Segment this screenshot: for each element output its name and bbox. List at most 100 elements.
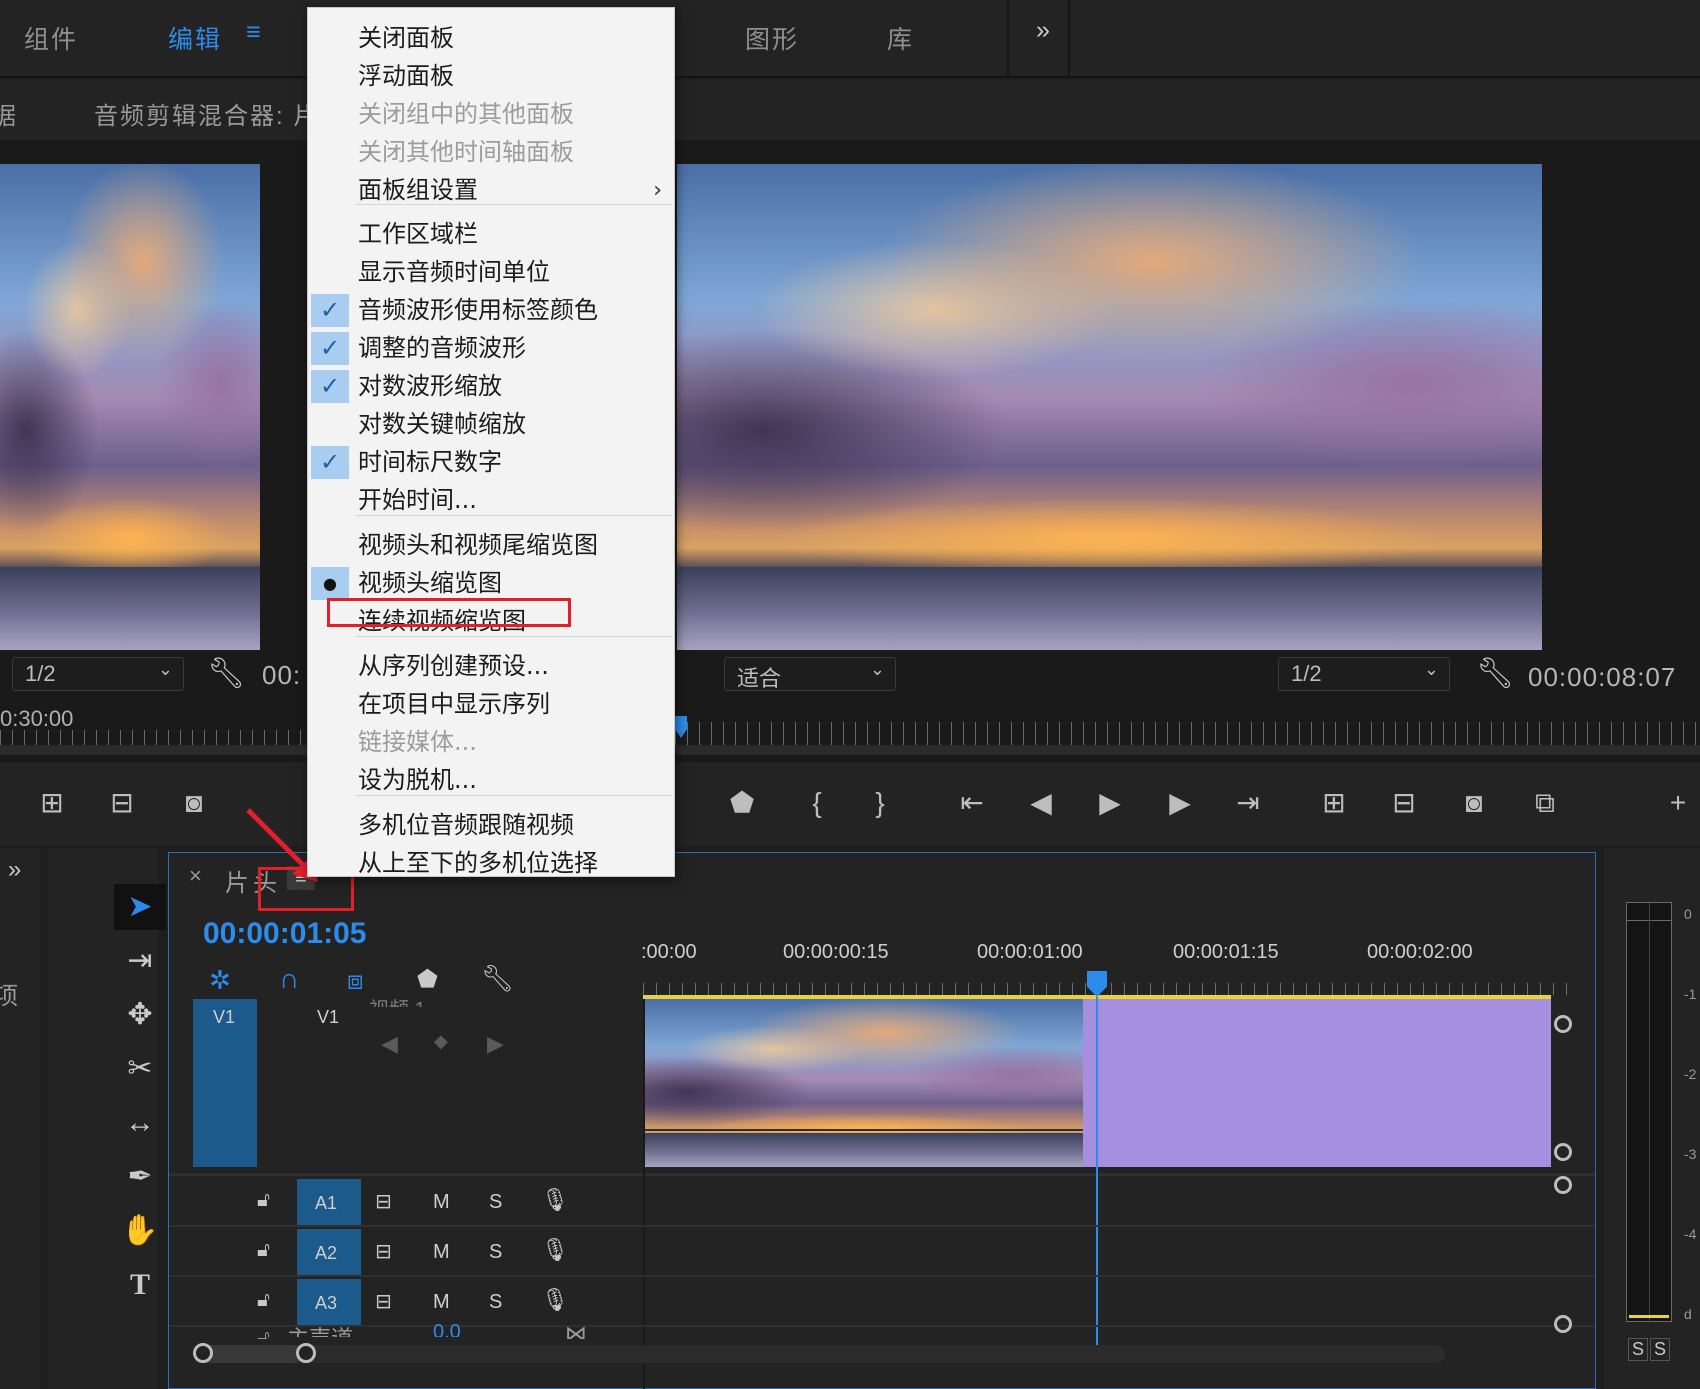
step-forward-icon[interactable]: ▶ [1160,783,1200,823]
comparison-view-icon[interactable]: ⧉ [1525,783,1565,823]
program-timecode[interactable]: 00:00:08:07 [1528,662,1676,693]
panel-tab-fragment[interactable]: 据 [0,96,18,131]
mute-button[interactable]: M [433,1191,450,1214]
nest-sequence-icon[interactable]: ✲ [209,965,231,996]
source-timecode[interactable]: 00: [262,660,301,691]
workspace-tab-graphics[interactable]: 图形 [745,20,799,56]
master-volume-value[interactable]: 0.0 [433,1321,461,1337]
menu-item-6[interactable]: 工作区域栏 [308,216,674,253]
solo-right-button[interactable]: S [1650,1338,1671,1361]
zoom-handle-left[interactable] [193,1343,213,1363]
mark-in-icon[interactable]: { [797,783,837,823]
close-tab-icon[interactable]: × [189,863,202,889]
prev-keyframe-icon[interactable]: ◀ [381,1031,398,1057]
solo-button[interactable]: S [489,1291,502,1314]
zoom-handle-right[interactable] [296,1343,316,1363]
play-icon[interactable]: ▶ [1090,783,1130,823]
pen-tool-icon[interactable]: ✒ [114,1154,166,1200]
microphone-icon[interactable]: 🎙︎ [541,1237,569,1263]
solo-button[interactable]: S [489,1241,502,1264]
lift-icon[interactable]: ⊞ [1314,783,1354,823]
mute-button[interactable]: M [433,1291,450,1314]
mute-button[interactable]: M [433,1241,450,1264]
wrench-icon[interactable]: 🔧︎ [207,656,245,691]
video-clip[interactable] [643,999,1083,1167]
vertical-zoom-handle[interactable] [1554,1015,1572,1033]
menu-item-21[interactable]: 多机位音频跟随视频 [308,807,674,844]
sync-lock-icon[interactable]: ⊟ [375,1239,392,1264]
horizontal-zoom-scrollbar[interactable] [195,1345,1445,1363]
source-patch-v1[interactable]: V1 [193,999,257,1167]
master-go-icon[interactable]: ⋈ [565,1321,587,1339]
workspace-tab-components[interactable]: 组件 [24,20,78,56]
ripple-edit-tool-icon[interactable]: ✥ [114,992,166,1038]
sync-lock-icon[interactable]: ⊟ [375,1289,392,1314]
track-target-a1[interactable]: A1 [297,1179,361,1225]
menu-item-2[interactable]: 浮动面板 [308,58,674,95]
add-marker-icon[interactable]: ⬟ [417,965,438,994]
camera-icon[interactable]: ◙ [174,783,214,823]
menu-item-8[interactable]: ✓ 音频波形使用标签颜色 [308,292,674,329]
wrench-icon[interactable]: 🔧︎ [1476,656,1514,691]
step-back-icon[interactable]: ◀ [1021,783,1061,823]
selection-tool-icon[interactable]: ➤ [114,884,166,930]
go-to-out-icon[interactable]: ⇥ [1228,783,1268,823]
type-tool-icon[interactable]: T [114,1262,166,1308]
source-zoom-dropdown[interactable]: 1/2 ⌄ [12,657,184,691]
lock-icon[interactable]: 🔓︎ [257,1327,270,1339]
vertical-zoom-handle[interactable] [1554,1315,1572,1333]
add-keyframe-icon[interactable]: ◆ [434,1031,448,1052]
program-zoom-scrollbar[interactable] [675,745,1700,755]
microphone-icon[interactable]: 🎙︎ [541,1287,569,1313]
solo-button[interactable]: S [489,1191,502,1214]
vertical-zoom-handle[interactable] [1554,1176,1572,1194]
lock-icon[interactable]: 🔓︎ [257,1189,270,1212]
slip-tool-icon[interactable]: ↔ [114,1100,166,1146]
menu-item-20[interactable]: 设为脱机... [308,762,674,799]
fit-dropdown[interactable]: 适合 ⌄ [724,657,896,691]
sync-lock-icon[interactable]: ⊟ [375,1189,392,1214]
vertical-zoom-handle[interactable] [1554,1143,1572,1161]
timeline-timecode[interactable]: 00:00:01:05 [203,917,366,951]
timeline-ruler[interactable] [643,965,1575,995]
program-zoom-dropdown[interactable]: 1/2 ⌄ [1278,657,1450,691]
menu-item-17[interactable]: 从序列创建预设... [308,648,674,685]
track-target-a2[interactable]: A2 [297,1229,361,1275]
marker-icon[interactable]: ⬟ [722,783,762,823]
color-matte-clip[interactable] [1083,999,1551,1167]
lock-icon[interactable]: 🔓︎ [257,1289,270,1312]
menu-item-15[interactable]: ● 视频头缩览图 [308,565,674,602]
source-zoom-scrollbar[interactable] [0,745,310,755]
more-workspaces-icon[interactable]: » [1036,16,1052,45]
next-keyframe-icon[interactable]: ▶ [487,1031,504,1057]
linked-selection-icon[interactable]: ⧈ [347,965,364,997]
extract-icon[interactable]: ⊟ [1384,783,1424,823]
insert-icon[interactable]: ⊞ [32,783,72,823]
go-to-in-icon[interactable]: ⇤ [952,783,992,823]
menu-item-22[interactable]: 从上至下的多机位选择 [308,845,674,882]
timeline-settings-icon[interactable]: 🔧︎ [481,963,514,994]
menu-item-11[interactable]: 对数关键帧缩放 [308,406,674,443]
menu-item-10[interactable]: ✓ 对数波形缩放 [308,368,674,405]
solo-left-button[interactable]: S [1628,1338,1649,1361]
workspace-tab-libraries[interactable]: 库 [887,20,914,56]
lock-icon[interactable]: 🔓︎ [257,1239,270,1262]
hand-tool-icon[interactable]: ✋ [114,1208,166,1254]
expand-panels-icon[interactable]: » [8,856,21,884]
menu-item-18[interactable]: 在项目中显示序列 [308,686,674,723]
mark-out-icon[interactable]: } [860,783,900,823]
overwrite-icon[interactable]: ⊟ [102,783,142,823]
razor-tool-icon[interactable]: ✂ [114,1046,166,1092]
menu-item-13[interactable]: 开始时间... [308,482,674,519]
workspace-tab-edit[interactable]: 编辑 [168,20,222,56]
menu-item-7[interactable]: 显示音频时间单位 [308,254,674,291]
menu-item-14[interactable]: 视频头和视频尾缩览图 [308,527,674,564]
program-time-ruler[interactable] [675,722,1700,746]
track-target-v1[interactable]: V1 [317,1007,339,1028]
menu-item-1[interactable]: 关闭面板 [308,20,674,57]
microphone-icon[interactable]: 🎙︎ [541,1187,569,1213]
export-frame-icon[interactable]: ◙ [1454,783,1494,823]
track-target-a3[interactable]: A3 [297,1279,361,1325]
add-button-icon[interactable]: + [1658,783,1698,823]
menu-item-12[interactable]: ✓ 时间标尺数字 [308,444,674,481]
